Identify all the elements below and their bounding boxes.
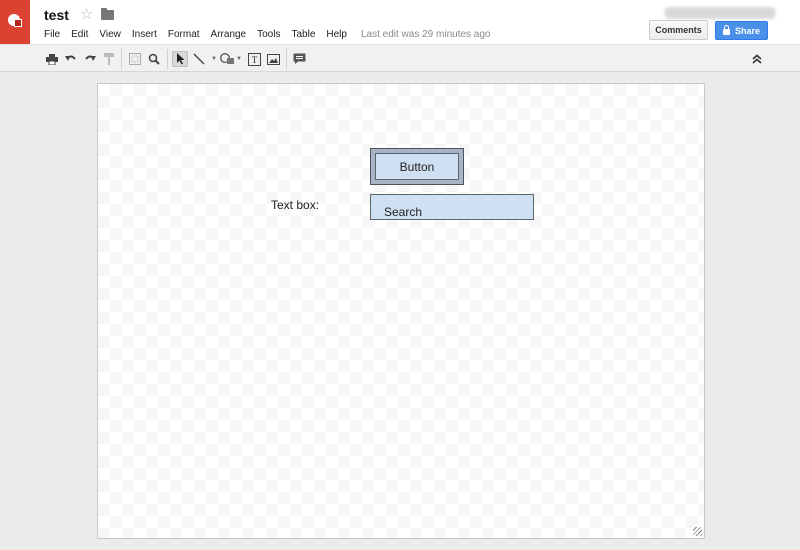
comment-icon[interactable] <box>291 51 307 67</box>
menu-table[interactable]: Table <box>291 29 315 40</box>
undo-icon[interactable] <box>63 51 79 67</box>
drawings-logo-icon[interactable] <box>0 0 30 44</box>
redo-icon[interactable] <box>82 51 98 67</box>
folder-icon[interactable] <box>101 8 114 20</box>
textbox-label[interactable]: Text box: <box>271 198 319 212</box>
account-email-blurred[interactable] <box>664 7 776 19</box>
lock-icon <box>722 24 730 35</box>
menubar: File Edit View Insert Format Arrange Too… <box>44 27 491 41</box>
image-icon[interactable] <box>265 51 281 67</box>
comments-button[interactable]: Comments <box>649 20 708 40</box>
shape-icon[interactable] <box>219 51 235 67</box>
toolbar: ▼ ▼ T <box>0 44 800 72</box>
menu-format[interactable]: Format <box>168 29 200 40</box>
share-button[interactable]: Share <box>715 21 768 40</box>
drawing-canvas[interactable]: Button Text box: Search <box>97 83 705 539</box>
select-icon[interactable] <box>172 51 188 67</box>
star-icon[interactable]: ☆ <box>80 5 93 23</box>
toolbar-separator <box>286 49 287 69</box>
zoom-icon[interactable] <box>146 51 162 67</box>
collapse-icon[interactable] <box>749 51 765 67</box>
menu-file[interactable]: File <box>44 29 60 40</box>
zoom-fit-icon[interactable] <box>127 51 143 67</box>
last-edit-status[interactable]: Last edit was 29 minutes ago <box>361 29 491 40</box>
menu-tools[interactable]: Tools <box>257 29 280 40</box>
print-icon[interactable] <box>44 51 60 67</box>
doc-title[interactable]: test <box>44 7 69 23</box>
line-icon[interactable] <box>191 51 207 67</box>
search-input-shape[interactable]: Search <box>370 194 534 220</box>
svg-text:T: T <box>251 55 257 65</box>
toolbar-separator <box>167 49 168 69</box>
menu-help[interactable]: Help <box>326 29 347 40</box>
button-shape-label: Button <box>375 153 459 180</box>
menu-edit[interactable]: Edit <box>71 29 88 40</box>
share-button-label: Share <box>734 25 760 36</box>
paint-format-icon[interactable] <box>101 51 117 67</box>
menu-arrange[interactable]: Arrange <box>211 29 247 40</box>
textbox-icon[interactable]: T <box>246 51 262 67</box>
chevron-down-icon[interactable]: ▼ <box>211 56 217 62</box>
menu-view[interactable]: View <box>99 29 121 40</box>
toolbar-separator <box>121 49 122 69</box>
header: test ☆ File Edit View Insert Format Arra… <box>0 0 800 44</box>
resize-handle[interactable] <box>693 527 702 536</box>
chevron-down-icon[interactable]: ▼ <box>236 56 242 62</box>
button-shape[interactable]: Button <box>370 148 464 185</box>
menu-insert[interactable]: Insert <box>132 29 157 40</box>
